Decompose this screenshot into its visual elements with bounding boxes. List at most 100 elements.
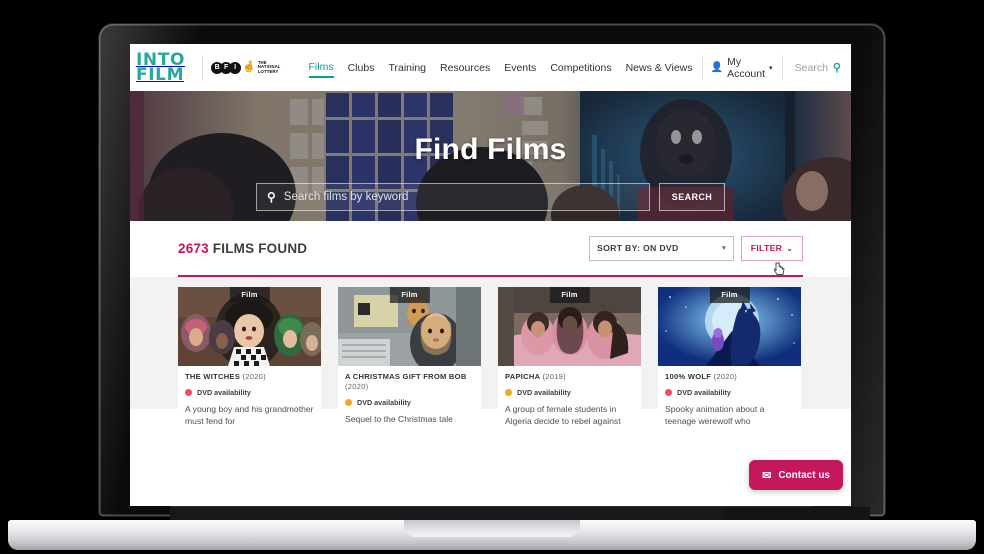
hero-search-row: ⚲ Search films by keyword SEARCH <box>130 183 851 211</box>
film-description: A young boy and his grandmother must fen… <box>185 404 314 426</box>
availability-row: DVD availability <box>505 388 634 397</box>
film-search-input[interactable]: ⚲ Search films by keyword <box>256 183 650 211</box>
film-title: PAPICHA (2019) <box>505 372 634 382</box>
national-lottery-logo: 🤞 THE NATIONAL LOTTERY <box>242 60 281 75</box>
nav-item-competitions[interactable]: Competitions <box>550 59 611 77</box>
header-search-label: Search <box>794 61 828 74</box>
browser-viewport: INTO FILM B F I 🤞 THE NATIONAL LOTTERY F… <box>130 44 851 506</box>
availability-row: DVD availability <box>345 398 474 407</box>
sort-by-select[interactable]: SORT BY: ON DVD ▾ <box>589 235 734 261</box>
film-description: Spooky animation about a teenage werewol… <box>665 404 765 426</box>
results-toolbar: 2673 FILMS FOUND SORT BY: ON DVD ▾ FILTE… <box>178 221 803 275</box>
partner-logos: B F I 🤞 THE NATIONAL LOTTERY <box>211 60 281 75</box>
availability-dot-icon <box>505 389 512 396</box>
logo-text: INTO FILM <box>134 51 193 85</box>
bfi-letter-i: I <box>229 61 242 74</box>
availability-label: DVD availability <box>197 388 251 397</box>
results-found-text: FILMS FOUND <box>212 240 308 256</box>
film-card[interactable]: Film A CHRISTMAS GIFT FROM BOB (2020) DV… <box>338 287 481 427</box>
nav-item-training[interactable]: Training <box>388 59 426 77</box>
availability-dot-icon <box>185 389 192 396</box>
film-thumbnail[interactable]: Film <box>658 287 801 366</box>
film-thumbnail[interactable]: Film <box>178 287 321 366</box>
film-title: A CHRISTMAS GIFT FROM BOB (2020) <box>345 372 474 392</box>
main-navigation: Films Clubs Training Resources Events Co… <box>308 58 693 78</box>
film-results-grid: Film THE WITCHES (2020) DVD availability… <box>130 277 851 427</box>
card-type-badge: Film <box>709 287 750 303</box>
nav-item-films[interactable]: Films <box>308 58 334 78</box>
film-card[interactable]: Film THE WITCHES (2020) DVD availability… <box>178 287 321 427</box>
results-count: 2673 <box>178 240 209 256</box>
film-card[interactable]: Film PAPICHA (2019) DVD availability A g… <box>498 287 641 427</box>
film-title: THE WITCHES (2020) <box>185 372 314 382</box>
cursor-glyph <box>773 262 785 275</box>
header-search[interactable]: Search ⚲ <box>794 61 841 75</box>
film-title-text: THE WITCHES <box>185 372 241 381</box>
laptop-mockup-scene: INTO FILM B F I 🤞 THE NATIONAL LOTTERY F… <box>0 0 984 554</box>
filter-button[interactable]: FILTER ⌄ <box>741 235 803 261</box>
film-search-placeholder: Search films by keyword <box>283 191 409 203</box>
film-card[interactable]: Film 100% WOLF (2020) DVD availability S… <box>658 287 801 427</box>
lottery-line-3: LOTTERY <box>257 68 279 74</box>
card-type-badge: Film <box>389 287 430 303</box>
film-cards: Film THE WITCHES (2020) DVD availability… <box>178 287 803 427</box>
search-icon: ⚲ <box>267 190 276 204</box>
film-year: (2020) <box>345 382 369 391</box>
contact-us-label: Contact us <box>778 469 830 481</box>
chevron-down-icon: ▾ <box>722 245 726 252</box>
sort-by-value: SORT BY: ON DVD <box>597 243 679 253</box>
search-button[interactable]: SEARCH <box>659 183 725 211</box>
film-description: A group of female students in Algeria de… <box>505 404 621 426</box>
film-title-text: A CHRISTMAS GIFT FROM BOB <box>345 372 467 381</box>
availability-row: DVD availability <box>665 388 794 397</box>
person-icon: 👤 <box>710 62 724 73</box>
my-account-menu[interactable]: 👤 My Account ▾ <box>711 56 773 80</box>
availability-dot-icon <box>345 399 352 406</box>
chevron-down-icon: ▾ <box>769 64 773 72</box>
film-year: (2020) <box>242 372 266 381</box>
nav-item-news-views[interactable]: News & Views <box>626 59 693 77</box>
contact-us-button[interactable]: ✉ Contact us <box>749 460 843 490</box>
film-thumbnail[interactable]: Film <box>338 287 481 366</box>
filter-label: FILTER <box>750 243 783 253</box>
my-account-label: My Account <box>727 55 766 80</box>
nav-item-events[interactable]: Events <box>504 59 536 77</box>
laptop-base-notch <box>404 520 580 537</box>
availability-row: DVD availability <box>185 388 314 397</box>
film-title-text: 100% WOLF <box>665 372 712 381</box>
film-year: (2019) <box>542 372 566 381</box>
logo-line-2: FILM <box>136 64 185 85</box>
hero-banner: Find Films ⚲ Search films by keyword SEA… <box>130 91 851 221</box>
film-card-body: A CHRISTMAS GIFT FROM BOB (2020) DVD ava… <box>338 366 481 425</box>
film-title: 100% WOLF (2020) <box>665 372 794 382</box>
nav-item-resources[interactable]: Resources <box>440 59 490 77</box>
card-type-badge: Film <box>229 287 270 303</box>
film-year: (2020) <box>713 372 737 381</box>
hand-cursor-icon <box>773 262 785 275</box>
film-title-text: PAPICHA <box>505 372 541 381</box>
envelope-icon: ✉ <box>762 469 772 482</box>
film-description: Sequel to the Christmas tale <box>345 414 453 424</box>
bfi-icon: B F I <box>211 61 242 74</box>
page-title: Find Films <box>414 133 567 166</box>
film-card-body: THE WITCHES (2020) DVD availability A yo… <box>178 366 321 427</box>
results-controls: SORT BY: ON DVD ▾ FILTER ⌄ <box>589 235 803 275</box>
availability-label: DVD availability <box>517 388 571 397</box>
nav-item-clubs[interactable]: Clubs <box>348 59 375 77</box>
intofilm-logo[interactable]: INTO FILM <box>130 44 193 91</box>
search-icon[interactable]: ⚲ <box>833 61 841 74</box>
film-card-body: PAPICHA (2019) DVD availability A group … <box>498 366 641 427</box>
lottery-text: THE NATIONAL LOTTERY <box>257 60 281 75</box>
availability-label: DVD availability <box>677 388 731 397</box>
availability-dot-icon <box>665 389 672 396</box>
card-type-badge: Film <box>549 287 590 303</box>
availability-label: DVD availability <box>357 398 411 407</box>
film-thumbnail[interactable]: Film <box>498 287 641 366</box>
crossed-fingers-icon: 🤞 <box>242 61 256 73</box>
film-card-body: 100% WOLF (2020) DVD availability Spooky… <box>658 366 801 427</box>
results-count-label: 2673 FILMS FOUND <box>178 241 307 256</box>
chevron-down-icon: ⌄ <box>786 243 794 253</box>
site-header: INTO FILM B F I 🤞 THE NATIONAL LOTTERY F… <box>130 44 851 91</box>
results-section: 2673 FILMS FOUND SORT BY: ON DVD ▾ FILTE… <box>130 221 851 277</box>
laptop-hinge-bar <box>170 506 870 520</box>
